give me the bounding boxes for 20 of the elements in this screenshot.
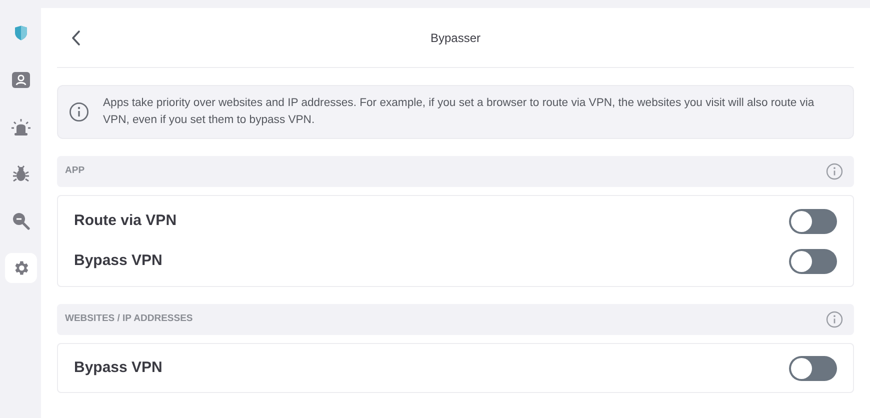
sidebar-item[interactable] [4,253,36,283]
shield-icon [14,25,28,41]
info-icon [826,163,843,180]
setting-label: Bypass VPN [74,358,162,378]
setting-label: Route via VPN [74,210,177,231]
chevron-left-icon [71,30,81,46]
page-title: Bypasser [430,30,481,46]
bug-icon [12,165,30,183]
toggle-switch[interactable] [789,248,837,274]
setting-label: Bypass VPN [74,250,162,271]
info-icon [69,102,89,122]
info-text: Apps take priority over websites and IP addresses. For example, if you set a browser to route via VPN, the websites you visit will also route via VPN, even if you set them to bypass VPN. [103,96,816,128]
toggle-switch[interactable] [789,356,837,380]
alarm-icon [10,118,30,136]
search-icon [12,212,30,230]
section-title: WEBSITES / IP ADDRESSES [65,312,193,326]
section-title: APP [65,164,85,178]
info-icon [826,311,843,328]
toggle-switch[interactable] [789,208,837,234]
profile-icon [12,72,30,88]
